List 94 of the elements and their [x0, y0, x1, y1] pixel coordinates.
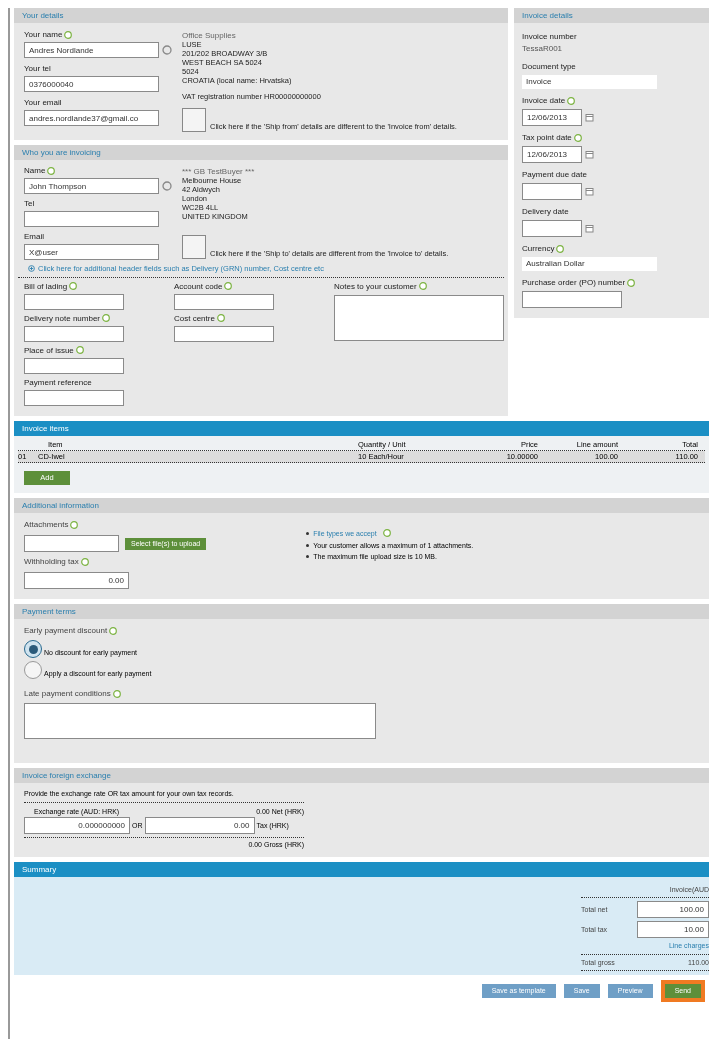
- field-value: Australian Dollar: [522, 257, 657, 271]
- section-header: Your details: [14, 8, 508, 23]
- field-label: Name: [24, 165, 172, 178]
- section-header: Summary: [14, 861, 709, 877]
- section-header: Invoice items: [14, 420, 709, 436]
- help-icon: [556, 244, 565, 253]
- field-label: Currency: [522, 243, 701, 255]
- field-label: Invoice date: [522, 95, 701, 107]
- checkbox[interactable]: [182, 108, 206, 133]
- help-icon: [70, 521, 79, 530]
- field-label: Delivery note number: [24, 312, 164, 325]
- help-icon: [567, 96, 576, 105]
- field-label: Cost centre: [174, 312, 314, 325]
- field-label: Delivery date: [522, 206, 570, 218]
- input-field[interactable]: 12/06/2013: [522, 146, 582, 163]
- input-field[interactable]: John Thompson: [24, 178, 159, 195]
- input-field[interactable]: [522, 183, 582, 200]
- input-field[interactable]: [174, 325, 274, 342]
- help-icon: [382, 529, 391, 538]
- help-icon: [573, 133, 582, 142]
- field-label: Payment due date: [522, 169, 588, 181]
- circle-icon[interactable]: [162, 181, 172, 192]
- field-label: Bill of lading: [24, 280, 164, 293]
- checkbox[interactable]: [182, 235, 206, 260]
- field-label: Payment reference: [24, 376, 93, 389]
- radio-button[interactable]: [24, 661, 42, 680]
- field-label: Your name: [24, 29, 172, 41]
- calendar-icon[interactable]: [585, 187, 594, 196]
- section-header: Payment terms: [14, 604, 709, 620]
- input-field[interactable]: 100.00: [637, 901, 709, 919]
- help-icon: [69, 282, 78, 291]
- notes-textarea[interactable]: [334, 294, 504, 341]
- input-field[interactable]: [522, 220, 582, 237]
- help-icon: [102, 314, 111, 323]
- input-field[interactable]: [24, 293, 124, 310]
- input-field[interactable]: 10.00: [637, 921, 709, 939]
- field-label: Your email: [24, 97, 63, 109]
- input-field[interactable]: X@user: [24, 244, 159, 261]
- address-line: *** GB TestBuyer ***: [182, 167, 256, 177]
- input-field[interactable]: 0376000040: [24, 76, 159, 92]
- field-label: Notes to your customer: [334, 280, 504, 293]
- section-header: Invoice foreign exchange: [14, 768, 709, 784]
- input-field[interactable]: 0.00: [144, 817, 255, 835]
- field-value: Invoice: [522, 75, 657, 89]
- address-line: Office Supplies: [182, 31, 237, 40]
- section-header: Additional information: [14, 498, 709, 514]
- late-payment-textarea[interactable]: [24, 703, 376, 740]
- input-field[interactable]: [522, 291, 622, 308]
- field-label: Place of issue: [24, 344, 164, 357]
- input-field[interactable]: [24, 211, 159, 228]
- help-icon: [216, 314, 225, 323]
- field-label: Tax point date: [522, 132, 701, 144]
- help-icon: [47, 167, 56, 176]
- field-label: Late payment conditions: [24, 688, 699, 701]
- field-label: Account code: [174, 280, 314, 293]
- section-header: Who you are invoicing: [14, 145, 508, 161]
- input-field[interactable]: 12/06/2013: [522, 109, 582, 126]
- calendar-icon[interactable]: [585, 224, 594, 233]
- section-header: Invoice details: [514, 8, 709, 23]
- field-label: Invoice number: [522, 31, 578, 43]
- input-field[interactable]: andres.nordlande37@gmail.co: [24, 110, 159, 126]
- input-field[interactable]: [24, 389, 124, 406]
- input-field[interactable]: [174, 293, 274, 310]
- bullet-icon: [306, 555, 310, 559]
- calendar-icon[interactable]: [585, 150, 594, 159]
- help-icon: [109, 627, 118, 636]
- help-icon: [112, 690, 121, 699]
- circle-icon[interactable]: [162, 45, 172, 55]
- field-label: Withholding tax: [24, 556, 207, 569]
- help-icon: [75, 346, 84, 355]
- field-label: Document type: [522, 61, 577, 73]
- radio-button[interactable]: [24, 640, 42, 659]
- help-icon: [224, 282, 233, 291]
- input-field[interactable]: Andres Nordlande: [24, 42, 159, 58]
- help-icon: [418, 282, 427, 291]
- field-label: Email: [24, 231, 45, 244]
- invoice-number: TessaR001: [522, 43, 564, 55]
- input-field[interactable]: [24, 325, 124, 342]
- plus-circle-icon: [28, 265, 35, 273]
- bullet-icon: [306, 532, 310, 536]
- help-icon: [80, 558, 89, 567]
- field-label: Purchase order (PO) number: [522, 277, 701, 289]
- field-label: Attachments: [24, 519, 207, 532]
- input-field[interactable]: 0.000000000: [24, 817, 130, 835]
- input-field[interactable]: [24, 357, 124, 374]
- calendar-icon[interactable]: [585, 113, 594, 122]
- field-label: Early payment discount: [24, 625, 699, 638]
- input-field[interactable]: 0.00: [24, 572, 129, 590]
- field-label: Your tel: [24, 63, 52, 75]
- help-icon: [627, 278, 636, 287]
- bullet-icon: [306, 543, 310, 547]
- input-field[interactable]: [24, 535, 119, 553]
- help-icon: [64, 30, 73, 39]
- field-label: Tel: [24, 198, 36, 211]
